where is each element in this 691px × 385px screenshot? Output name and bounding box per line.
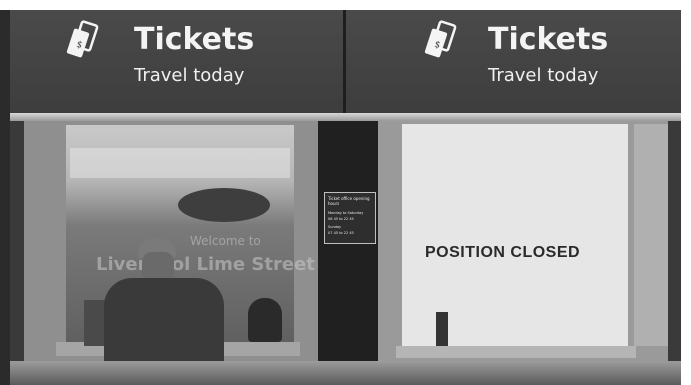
ticket-machine <box>84 300 106 346</box>
canopy-trim <box>10 113 681 121</box>
left-booth-edge <box>10 121 24 361</box>
left-glass-reflection <box>70 148 290 178</box>
hanging-lamp <box>178 188 270 222</box>
sign-title: Tickets <box>134 22 255 57</box>
sign-title: Tickets <box>488 22 609 57</box>
right-booth-far-edge <box>668 121 681 361</box>
hours-line: 07 45 to 22 45 <box>328 231 354 235</box>
left-tickets-sign: $ Tickets Travel today <box>10 10 343 113</box>
ticket-icon: $ <box>66 20 99 58</box>
glass-welcome-text: Welcome to <box>190 234 261 248</box>
right-counter-shelf <box>396 346 636 358</box>
hours-line: Monday to Saturday <box>328 211 364 215</box>
ticket-office-photo: $ Tickets Travel today $ Tickets Travel … <box>0 0 691 385</box>
photo-border-top <box>0 0 691 10</box>
staff-person <box>248 298 282 342</box>
sign-subtitle: Travel today <box>488 65 599 86</box>
ticket-icon: $ <box>424 20 457 58</box>
glass-station-text: Liverpool Lime Street <box>96 254 315 275</box>
right-tickets-sign: $ Tickets Travel today <box>346 10 681 113</box>
counter-base <box>10 361 681 385</box>
photo-border-right <box>681 0 691 385</box>
hours-line: Sunday <box>328 225 342 229</box>
right-booth-side-panel <box>634 124 668 346</box>
sign-subtitle: Travel today <box>134 65 245 86</box>
opening-hours-panel: Ticket office opening hours Monday to Sa… <box>324 192 376 244</box>
hours-title: Ticket office opening hours <box>328 196 370 206</box>
position-closed-notice: POSITION CLOSED <box>425 244 581 261</box>
hours-line: 06 45 to 22 45 <box>328 217 354 221</box>
